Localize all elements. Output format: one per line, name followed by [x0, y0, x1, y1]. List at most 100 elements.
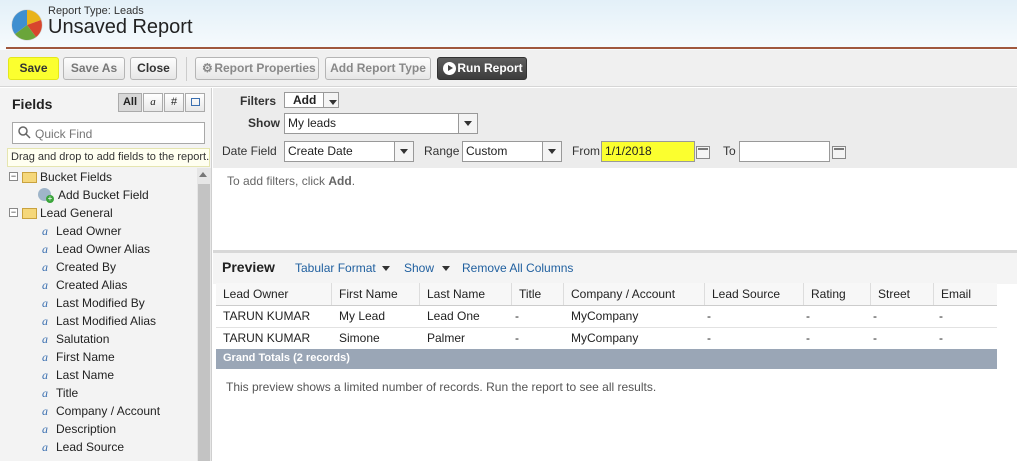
date-field-select[interactable]: Create Date: [284, 141, 414, 162]
chevron-down-icon: [323, 93, 338, 107]
tree-item-label: Lead Source: [56, 440, 125, 454]
scroll-up-arrow-icon[interactable]: [199, 172, 207, 177]
table-cell: -: [939, 309, 943, 323]
table-cell: MyCompany: [571, 331, 639, 345]
fields-title: Fields: [12, 96, 53, 112]
tree-item-label: Last Modified Alias: [56, 314, 157, 328]
calendar-icon: [191, 98, 200, 106]
chevron-down-icon: [542, 142, 561, 161]
folder-icon: [22, 172, 37, 183]
tree-item-label: Last Name: [56, 368, 115, 382]
header-divider: [6, 47, 1017, 49]
folder-icon: [22, 208, 37, 219]
table-cell: -: [806, 331, 810, 345]
text-field-icon: a: [42, 278, 48, 292]
date-field-label: Date Field: [222, 144, 277, 158]
tree-item-label: Description: [56, 422, 117, 436]
add-filter-dropdown[interactable]: Add: [284, 92, 339, 108]
from-date-input[interactable]: 1/1/2018: [601, 141, 695, 162]
tabular-format-dropdown[interactable]: Tabular Format: [295, 261, 376, 275]
table-cell: Palmer: [427, 331, 466, 345]
filters-label: Filters: [240, 94, 277, 108]
chevron-down-icon[interactable]: [442, 266, 450, 271]
table-cell: -: [873, 331, 877, 345]
column-header[interactable]: Email: [934, 283, 997, 305]
text-field-icon: a: [42, 224, 48, 238]
date-field-value: Create Date: [288, 144, 353, 158]
tree-item-label: Add Bucket Field: [58, 188, 149, 202]
text-field-icon: a: [42, 404, 48, 418]
table-cell: -: [515, 309, 519, 323]
range-value: Custom: [466, 144, 508, 158]
column-header[interactable]: Lead Owner: [216, 283, 332, 305]
table-cell: Simone: [339, 331, 380, 345]
filter-text-fields-icon[interactable]: a: [143, 93, 163, 112]
chevron-down-icon[interactable]: [382, 266, 390, 271]
collapse-icon[interactable]: −: [9, 172, 18, 181]
gear-icon: ⚙: [202, 61, 213, 75]
tree-item-label: Last Modified By: [56, 296, 145, 310]
show-value: My leads: [288, 116, 337, 130]
column-header[interactable]: Last Name: [420, 283, 512, 305]
table-cell: -: [707, 309, 711, 323]
text-field-icon: a: [42, 260, 48, 274]
tree-item-label: Created Alias: [56, 278, 128, 292]
table-cell: -: [515, 331, 519, 345]
table-cell: Lead One: [427, 309, 480, 323]
quick-find-field[interactable]: [12, 122, 205, 144]
tree-item-label: Created By: [56, 260, 117, 274]
text-field-icon: a: [42, 368, 48, 382]
tree-group-label: Lead General: [40, 206, 113, 220]
from-calendar-icon[interactable]: [696, 146, 710, 159]
table-cell: -: [873, 309, 877, 323]
tree-item-label: Lead Owner Alias: [56, 242, 151, 256]
tree-item-label: Title: [56, 386, 79, 400]
add-report-type-button[interactable]: Add Report Type: [325, 57, 431, 80]
preview-title: Preview: [222, 259, 275, 275]
save-button[interactable]: Save: [8, 57, 59, 80]
filter-hint-text: To add filters, click: [227, 174, 329, 188]
report-properties-label: Report Properties: [214, 61, 316, 75]
text-field-icon: a: [42, 296, 48, 310]
column-header[interactable]: Lead Source: [705, 283, 804, 305]
chevron-down-icon: [458, 114, 477, 133]
table-cell: MyCompany: [571, 309, 639, 323]
close-button[interactable]: Close: [130, 57, 177, 80]
run-report-button[interactable]: Run Report: [437, 57, 527, 80]
run-report-label: Run Report: [457, 61, 523, 75]
text-field-icon: a: [42, 422, 48, 436]
column-header[interactable]: First Name: [332, 283, 420, 305]
drag-drop-tooltip: Drag and drop to add fields to the repor…: [7, 148, 210, 167]
tree-item-label: Company / Account: [56, 404, 161, 418]
chevron-down-icon: [394, 142, 413, 161]
filter-all-fields[interactable]: All: [118, 93, 142, 112]
to-date-input[interactable]: [739, 141, 830, 162]
table-cell: -: [707, 331, 711, 345]
column-header[interactable]: Rating: [804, 283, 871, 305]
tree-item-label: Lead Owner: [56, 224, 122, 238]
column-header[interactable]: Company / Account: [564, 283, 705, 305]
range-select[interactable]: Custom: [462, 141, 562, 162]
tree-item-label: Salutation: [56, 332, 110, 346]
page-title: Unsaved Report: [48, 16, 193, 38]
filter-date-fields-icon[interactable]: [185, 93, 205, 112]
column-header[interactable]: Street: [871, 283, 934, 305]
fields-scroll-thumb[interactable]: [198, 184, 210, 461]
to-calendar-icon[interactable]: [832, 146, 846, 159]
text-field-icon: a: [42, 386, 48, 400]
show-select[interactable]: My leads: [284, 113, 478, 134]
tree-item-label: First Name: [56, 350, 115, 364]
show-dropdown[interactable]: Show: [404, 261, 434, 275]
from-label: From: [572, 144, 600, 158]
search-icon: [18, 126, 31, 139]
remove-all-columns-link[interactable]: Remove All Columns: [462, 261, 573, 275]
table-cell: TARUN KUMAR: [223, 309, 311, 323]
text-field-icon: a: [42, 314, 48, 328]
quick-find-input[interactable]: [33, 125, 203, 143]
report-properties-button[interactable]: ⚙ Report Properties: [195, 57, 319, 80]
collapse-icon[interactable]: −: [9, 208, 18, 217]
filter-number-fields-icon[interactable]: #: [164, 93, 184, 112]
range-label: Range: [424, 144, 460, 158]
column-header[interactable]: Title: [512, 283, 564, 305]
save-as-button[interactable]: Save As: [63, 57, 125, 80]
